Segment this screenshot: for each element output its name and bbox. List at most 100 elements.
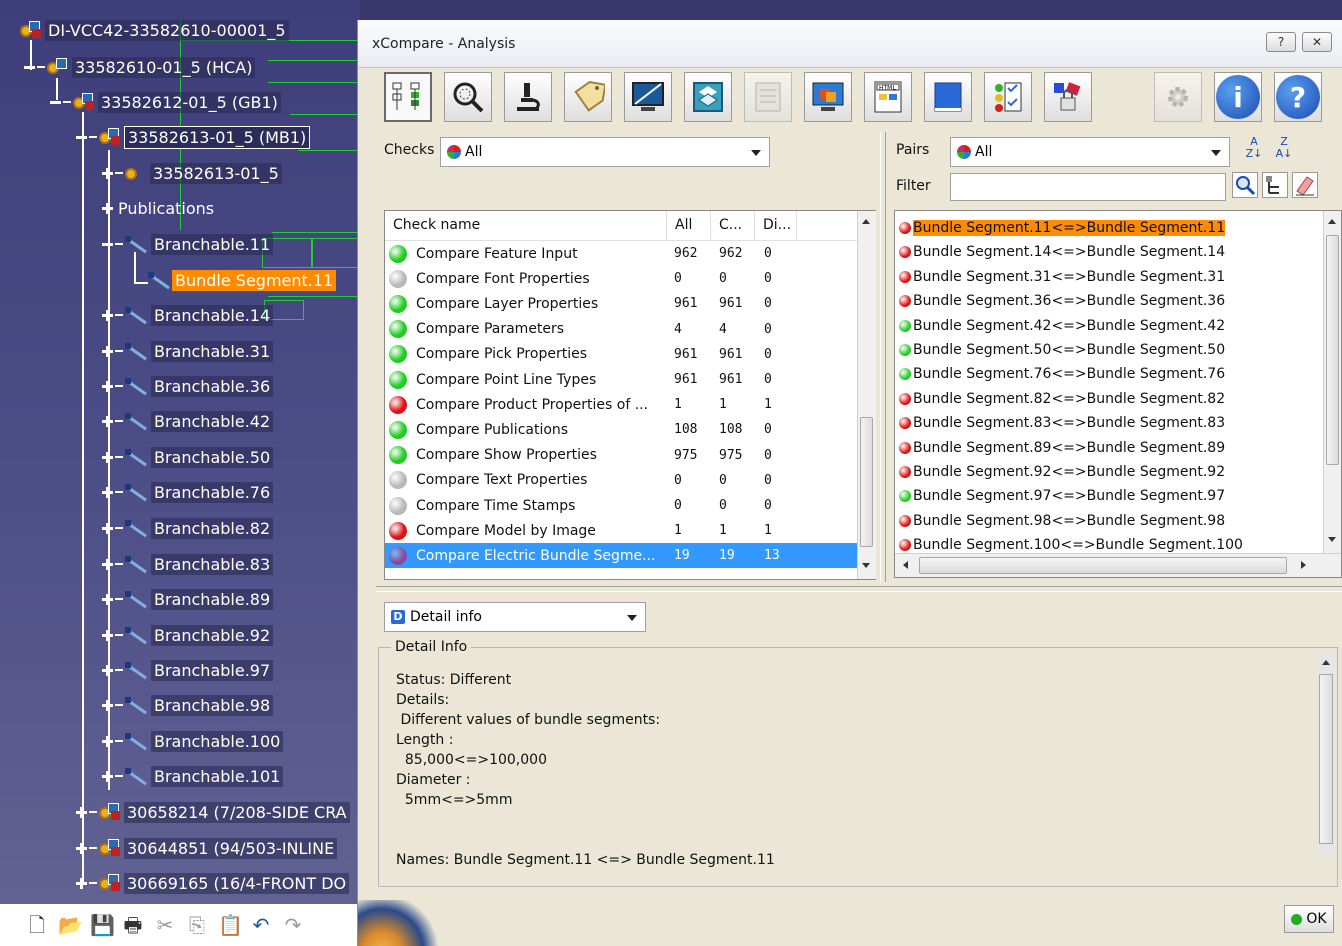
expand-icon[interactable] [102,593,113,605]
pair-row[interactable]: Bundle Segment.36<=>Bundle Segment.36 [899,290,1225,312]
undo-icon[interactable]: ↶ [250,914,272,936]
pairs-filter-combo[interactable]: All [950,137,1230,167]
pair-row[interactable]: Bundle Segment.83<=>Bundle Segment.83 [899,412,1225,434]
scroll-thumb[interactable] [860,417,873,547]
splitter-vertical[interactable] [880,132,886,582]
expand-icon[interactable] [102,735,113,747]
tree-node-product[interactable]: 30644851 (94/503-INLINE [76,836,338,860]
copy-icon[interactable]: ⎘ [186,914,208,936]
help-icon[interactable]: ? [1274,72,1322,122]
tree-node-part[interactable]: 33582613-01_5 [102,161,282,185]
check-row[interactable]: Compare Product Properties of ... 1 1 1 [385,392,857,417]
expand-icon[interactable] [102,522,113,534]
expand-icon[interactable] [102,345,113,357]
tree-node-branchable[interactable]: Branchable.31 [102,339,274,363]
pair-row[interactable]: Bundle Segment.89<=>Bundle Segment.89 [899,437,1225,459]
tree-root[interactable]: DI-VCC42-33582610-00001_5 [20,18,289,42]
checklist-icon[interactable] [984,72,1032,122]
tree-node-publications[interactable]: Publications [102,196,217,220]
dialog-titlebar[interactable]: xCompare - Analysis [358,20,1342,68]
collapse-icon[interactable] [76,132,87,143]
open-folder-icon[interactable]: 📂 [58,914,83,936]
print-icon[interactable]: 🖶 [122,914,144,936]
expand-icon[interactable] [102,629,113,641]
search-button[interactable] [1232,172,1258,198]
expand-icon[interactable] [76,877,87,889]
pair-row[interactable]: Bundle Segment.31<=>Bundle Segment.31 [899,266,1225,288]
pair-row[interactable]: Bundle Segment.97<=>Bundle Segment.97 [899,485,1225,507]
checks-filter-combo[interactable]: All [440,137,770,167]
cut-icon[interactable]: ✂ [154,914,176,936]
layers-icon[interactable] [684,72,732,122]
save-icon[interactable]: 💾 [90,914,115,936]
expand-icon[interactable] [102,309,113,321]
pair-row[interactable]: Bundle Segment.50<=>Bundle Segment.50 [899,339,1225,361]
expand-icon[interactable] [102,664,113,676]
info-icon[interactable]: i [1214,72,1262,122]
scroll-up-icon[interactable] [862,219,870,224]
tag-icon[interactable] [564,72,612,122]
tree-node-bundle-segment-11[interactable]: Bundle Segment.11 [148,268,337,292]
tree-node-branchable[interactable]: Branchable.101 [102,764,284,788]
column-header-different[interactable]: Di... [755,211,797,240]
tree-node-branchable[interactable]: Branchable.42 [102,409,274,433]
tree-node-branchable[interactable]: Branchable.76 [102,480,274,504]
tree-node-branchable[interactable]: Branchable.92 [102,623,274,647]
check-row[interactable]: Compare Publications 108 108 0 [385,417,857,442]
pair-row[interactable]: Bundle Segment.92<=>Bundle Segment.92 [899,461,1225,483]
settings-icon[interactable] [1154,72,1202,122]
scroll-down-icon[interactable] [1328,537,1336,542]
detail-scrollbar[interactable] [1317,652,1335,857]
check-row[interactable]: Compare Feature Input 962 962 0 [385,241,857,266]
check-row[interactable]: Compare Time Stamps 0 0 0 [385,493,857,518]
expand-icon[interactable] [102,415,113,427]
scroll-thumb[interactable] [1319,674,1333,844]
checks-scrollbar[interactable] [857,211,876,579]
pair-row[interactable]: Bundle Segment.11<=>Bundle Segment.11 [899,217,1226,239]
pairs-filter-input[interactable] [950,173,1226,201]
column-header-all[interactable]: All [667,211,711,240]
pairs-vertical-scrollbar[interactable] [1323,211,1341,553]
detail-text-area[interactable]: Status: Different Details: Different val… [388,666,1328,880]
scroll-right-icon[interactable] [1301,561,1306,569]
tree-node-gb1[interactable]: 33582612-01_5 (GB1) [50,90,281,114]
expand-icon[interactable] [102,380,113,392]
tree-node-branchable[interactable]: Branchable.98 [102,693,274,717]
checks-list[interactable]: Check name All C... Di... Compare Featur… [384,210,876,580]
tree-node-branchable[interactable]: Branchable.100 [102,729,284,753]
paste-icon[interactable]: 📋 [218,914,243,936]
clear-filter-button[interactable] [1292,172,1318,198]
expand-icon[interactable] [102,167,113,179]
tree-node-branchable[interactable]: Branchable.82 [102,516,274,540]
tree-node-branchable-11[interactable]: Branchable.11 [102,232,274,256]
check-row[interactable]: Compare Layer Properties 961 961 0 [385,291,857,316]
expand-icon[interactable] [102,699,113,711]
ok-button[interactable]: OK [1284,905,1334,933]
tree-node-hca[interactable]: 33582610-01_5 (HCA) [24,55,256,79]
check-row[interactable]: Compare Electric Bundle Segme... 19 19 13 [385,543,857,569]
column-header-compared[interactable]: C... [711,211,755,240]
expand-icon[interactable] [102,486,113,498]
pair-row[interactable]: Bundle Segment.98<=>Bundle Segment.98 [899,510,1225,532]
close-button[interactable]: ✕ [1302,32,1332,52]
tree-compare-icon[interactable] [384,72,432,122]
new-file-icon[interactable]: 🗋 [26,914,48,936]
collapse-icon[interactable] [24,62,35,73]
pairs-horizontal-scrollbar[interactable] [895,553,1341,577]
splitter-horizontal[interactable] [376,586,1342,592]
scroll-thumb[interactable] [1326,235,1339,465]
tree-node-mb1[interactable]: 33582613-01_5 (MB1) [76,125,311,149]
report-icon[interactable] [744,72,792,122]
tree-node-product[interactable]: 30669165 (16/4-FRONT DO [76,871,350,895]
check-row[interactable]: Compare Model by Image 1 1 1 [385,518,857,543]
collapse-icon[interactable] [50,97,61,108]
expand-icon[interactable] [102,558,113,570]
html-report-icon[interactable]: HTML [864,72,912,122]
book-icon[interactable] [924,72,972,122]
scroll-down-icon[interactable] [862,563,870,568]
check-row[interactable]: Compare Parameters 4 4 0 [385,317,857,342]
pair-row[interactable]: Bundle Segment.42<=>Bundle Segment.42 [899,315,1225,337]
pair-row[interactable]: Bundle Segment.82<=>Bundle Segment.82 [899,388,1225,410]
column-header-check-name[interactable]: Check name [385,211,667,240]
expand-icon[interactable] [76,842,87,854]
